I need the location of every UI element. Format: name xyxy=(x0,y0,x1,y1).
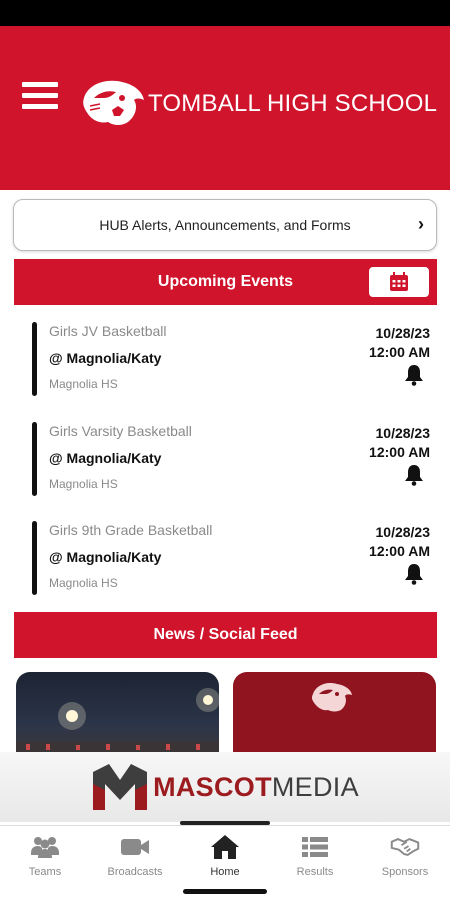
bell-icon[interactable] xyxy=(404,364,424,386)
event-item[interactable]: Girls Varsity Basketball @ Magnolia/Katy… xyxy=(0,420,450,498)
news-card[interactable] xyxy=(233,672,436,756)
calendar-button[interactable] xyxy=(367,265,431,299)
home-icon xyxy=(211,835,239,859)
event-sport: Girls 9th Grade Basketball xyxy=(49,522,213,538)
event-divider xyxy=(32,521,37,595)
event-sport: Girls JV Basketball xyxy=(49,323,167,339)
hub-alerts-button[interactable]: HUB Alerts, Announcements, and Forms › xyxy=(13,199,437,251)
nav-item-sponsors[interactable]: Sponsors xyxy=(360,826,450,883)
teams-icon xyxy=(31,837,59,858)
bell-icon[interactable] xyxy=(404,464,424,486)
nav-label: Home xyxy=(210,866,240,878)
nav-label: Teams xyxy=(28,866,62,878)
sponsor-brand-text: MASCOTMEDIA xyxy=(153,772,359,803)
upcoming-events-title: Upcoming Events xyxy=(157,273,294,290)
event-date: 10/28/23 xyxy=(375,425,431,441)
chevron-right-icon: › xyxy=(418,214,424,234)
nav-label: Results xyxy=(296,866,334,878)
calendar-icon xyxy=(390,272,408,291)
sponsor-brand-part1: MASCOT xyxy=(153,771,272,802)
event-item[interactable]: Girls 9th Grade Basketball @ Magnolia/Ka… xyxy=(0,519,450,597)
nav-item-results[interactable]: Results xyxy=(270,826,360,883)
list-icon xyxy=(302,837,328,857)
event-divider xyxy=(32,422,37,496)
nav-label: Sponsors xyxy=(381,866,429,878)
event-time: 12:00 AM xyxy=(369,344,430,360)
event-opponent: @ Magnolia/Katy xyxy=(49,549,162,565)
video-camera-icon xyxy=(121,839,149,855)
status-bar xyxy=(0,0,450,26)
app-header: TOMBALL HIGH SCHOOL xyxy=(0,26,450,190)
nav-item-broadcasts[interactable]: Broadcasts xyxy=(90,826,180,883)
news-card[interactable] xyxy=(16,672,219,756)
news-feed-title: News / Social Feed xyxy=(153,626,298,643)
event-item[interactable]: Girls JV Basketball @ Magnolia/Katy Magn… xyxy=(0,320,450,398)
stadium-photo xyxy=(16,688,219,756)
event-location: Magnolia HS xyxy=(49,576,118,590)
event-date: 10/28/23 xyxy=(375,524,431,540)
nav-item-teams[interactable]: Teams xyxy=(0,826,90,883)
upcoming-events-header: Upcoming Events xyxy=(14,259,437,305)
event-location: Magnolia HS xyxy=(49,477,118,491)
event-location: Magnolia HS xyxy=(49,377,118,391)
hub-alerts-label: HUB Alerts, Announcements, and Forms xyxy=(99,217,351,233)
event-opponent: @ Magnolia/Katy xyxy=(49,350,162,366)
system-gesture-area xyxy=(0,883,450,900)
event-opponent: @ Magnolia/Katy xyxy=(49,450,162,466)
event-date: 10/28/23 xyxy=(375,325,431,341)
hamburger-menu-icon[interactable] xyxy=(22,82,58,112)
event-sport: Girls Varsity Basketball xyxy=(49,423,192,439)
event-divider xyxy=(32,322,37,396)
bell-icon[interactable] xyxy=(404,563,424,585)
sponsor-banner[interactable]: MASCOTMEDIA xyxy=(0,752,450,822)
news-feed-header: News / Social Feed xyxy=(14,612,437,658)
event-time: 12:00 AM xyxy=(369,543,430,559)
bottom-nav: Teams Broadcasts Home Results Sponsors xyxy=(0,825,450,883)
school-logo xyxy=(311,683,352,712)
mascot-media-logo-icon xyxy=(93,764,148,810)
nav-label: Broadcasts xyxy=(107,866,163,878)
sponsor-brand-part2: MEDIA xyxy=(271,771,359,802)
nav-item-home[interactable]: Home xyxy=(180,826,270,883)
school-logo xyxy=(83,80,144,125)
school-name: TOMBALL HIGH SCHOOL xyxy=(148,90,438,117)
home-gesture-pill[interactable] xyxy=(183,889,267,894)
handshake-icon xyxy=(390,838,420,856)
event-time: 12:00 AM xyxy=(369,444,430,460)
